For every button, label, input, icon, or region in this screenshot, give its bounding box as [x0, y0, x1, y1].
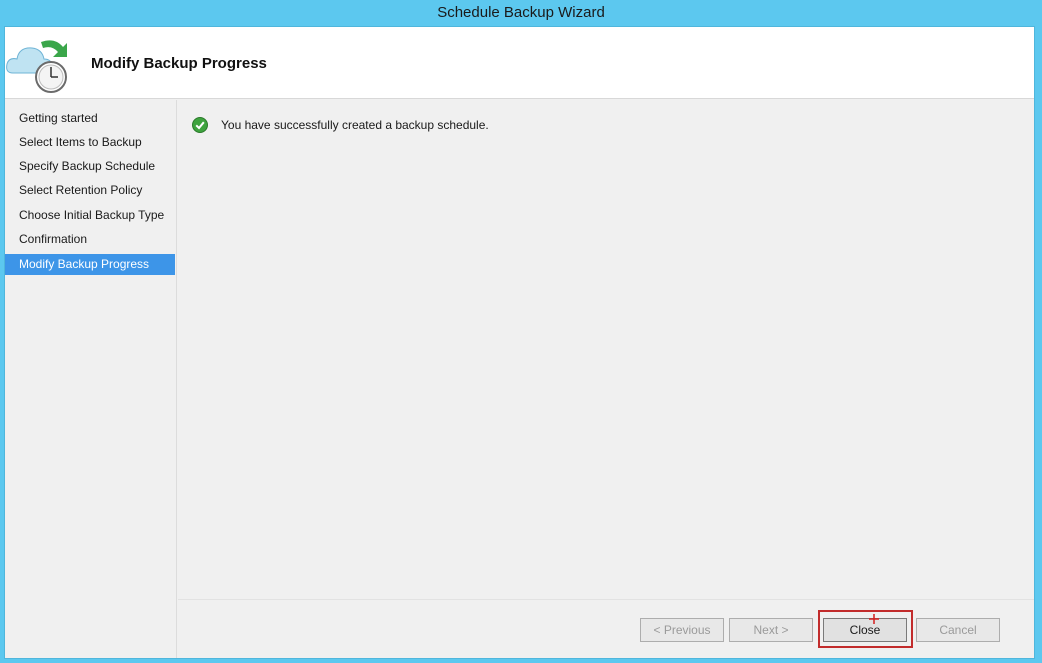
- sidebar-item-retention-policy[interactable]: Select Retention Policy: [5, 180, 175, 201]
- cloud-clock-backup-icon: [6, 40, 67, 93]
- crosshair-cursor-icon: [869, 614, 879, 624]
- sidebar-item-select-items[interactable]: Select Items to Backup: [5, 132, 175, 153]
- sidebar-item-initial-backup-type[interactable]: Choose Initial Backup Type: [5, 205, 175, 226]
- success-check-icon: [192, 117, 208, 133]
- wizard-footer: < Previous Next > Close Cancel: [178, 599, 1034, 658]
- success-message: You have successfully created a backup s…: [221, 118, 489, 132]
- sidebar-item-confirmation[interactable]: Confirmation: [5, 229, 175, 250]
- sidebar-item-modify-backup-progress[interactable]: Modify Backup Progress: [5, 254, 175, 275]
- previous-button[interactable]: < Previous: [640, 618, 724, 642]
- wizard-window: Modify Backup Progress Getting started S…: [4, 26, 1035, 659]
- wizard-header: Modify Backup Progress: [5, 27, 1034, 99]
- sidebar-item-specify-schedule[interactable]: Specify Backup Schedule: [5, 156, 175, 177]
- close-button[interactable]: Close: [823, 618, 907, 642]
- window-title: Schedule Backup Wizard: [0, 0, 1042, 26]
- next-button[interactable]: Next >: [729, 618, 813, 642]
- content-panel: You have successfully created a backup s…: [178, 100, 1034, 598]
- wizard-steps-sidebar: Getting started Select Items to Backup S…: [5, 100, 177, 658]
- page-title: Modify Backup Progress: [91, 55, 267, 72]
- sidebar-item-getting-started[interactable]: Getting started: [5, 108, 175, 129]
- cancel-button[interactable]: Cancel: [916, 618, 1000, 642]
